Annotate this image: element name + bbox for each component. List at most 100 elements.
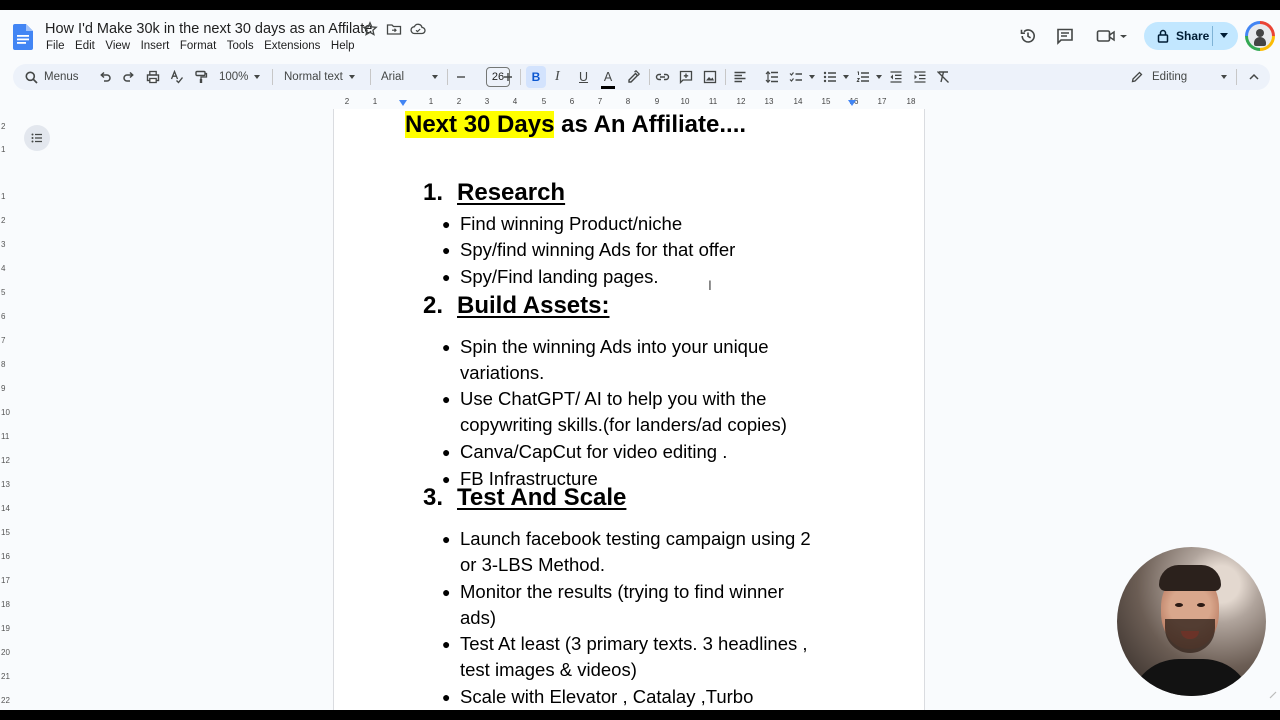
increase-indent-button[interactable] [913,64,927,90]
menu-edit[interactable]: Edit [75,40,95,52]
toolbar-divider [447,69,448,85]
bulleted-list-button[interactable] [823,64,849,90]
editing-mode-select[interactable]: Editing [1131,64,1228,90]
ruler-label: 6 [1,312,6,321]
list-item: Spin the winning Ads into your unique var… [442,334,769,387]
search-icon [25,71,38,84]
print-icon [146,70,160,84]
document-heading: Next 30 Days as An Affiliate.... [405,111,746,139]
ruler-label: 2 [344,97,350,106]
cloud-saved-icon[interactable] [410,21,426,37]
undo-button[interactable] [98,64,112,90]
section-heading-build-assets: 2. Build Assets: [423,292,610,320]
style-value: Normal text [284,71,343,83]
search-menus[interactable]: Menus [25,64,79,90]
spelling-button[interactable] [170,64,184,90]
ruler-label: 2 [456,97,462,106]
presenter-eye [1175,603,1183,607]
menu-extensions[interactable]: Extensions [264,40,320,52]
menu-insert[interactable]: Insert [141,40,170,52]
share-dropdown-icon[interactable] [1220,33,1228,38]
decrease-indent-button[interactable] [889,64,903,90]
hide-menus-button[interactable] [1248,64,1260,90]
print-button[interactable] [146,64,160,90]
list-item: Launch facebook testing campaign using 2… [442,526,811,579]
list-item: Scale with Elevator , Catalay ,Turbo [442,684,754,710]
presenter-shirt [1129,659,1253,696]
insert-image-button[interactable] [703,64,717,90]
move-folder-icon[interactable] [386,21,402,37]
list-item-text: Spin the winning Ads into your unique [460,336,769,357]
numbered-list-caret-icon [876,75,882,79]
paint-format-button[interactable] [194,64,208,90]
list-item-text: ads) [460,607,496,629]
right-indent-marker[interactable] [848,100,856,106]
checklist-button[interactable] [789,64,815,90]
meet-video-icon[interactable] [1096,27,1130,45]
italic-button[interactable]: I [555,64,560,90]
decrease-font-size-button[interactable] [456,64,466,90]
ruler-label: 2 [1,216,6,225]
left-indent-marker[interactable] [399,100,407,106]
zoom-select[interactable]: 100% [219,64,261,90]
menu-file[interactable]: File [46,40,65,52]
share-button[interactable]: Share [1144,22,1238,50]
style-select[interactable]: Normal text [284,64,355,90]
docs-logo-icon[interactable] [13,24,33,50]
clear-formatting-button[interactable] [936,64,950,90]
ruler-label: 15 [1,528,10,537]
version-history-icon[interactable] [1019,27,1037,45]
menu-tools[interactable]: Tools [227,40,254,52]
ruler-label: 8 [625,97,631,106]
menu-view[interactable]: View [105,40,130,52]
ruler-label: 1 [372,97,378,106]
section-number: 3. [423,484,444,511]
account-avatar[interactable] [1245,21,1275,51]
formatting-toolbar: Menus 100% Normal text Arial 26 B I U A … [13,64,1270,90]
menu-format[interactable]: Format [180,40,216,52]
scroll-corner-icon[interactable] [1268,690,1278,700]
vertical-ruler[interactable]: 2 1 1 2 3 4 5 6 7 8 9 10 11 12 13 14 15 … [0,120,12,710]
comments-icon[interactable] [1056,27,1074,45]
list-item-text: Find winning Product/niche [460,213,683,234]
list-item: Spy/find winning Ads for that offer [442,237,735,264]
document-page[interactable]: Next 30 Days as An Affiliate.... 1. Resea… [333,109,925,710]
checklist-icon [789,72,802,82]
underline-button[interactable]: U [579,64,588,90]
list-item: Canva/CapCut for video editing . [442,439,727,466]
align-button[interactable] [733,64,747,90]
list-item-text: Scale with Elevator , Catalay ,Turbo [460,686,754,707]
text-color-swatch [601,86,615,89]
section-heading-research: 1. Research [423,179,565,207]
text-cursor-icon: I [708,277,712,293]
ruler-label: 15 [821,97,831,106]
line-spacing-button[interactable] [765,64,779,90]
avatar-body [1254,37,1266,46]
clear-formatting-icon [937,71,949,83]
font-select[interactable]: Arial [381,64,439,90]
star-icon[interactable] [362,21,378,37]
google-docs-window: How I'd Make 30k in the next 30 days as … [0,10,1280,710]
text-color-button[interactable]: A [601,64,615,90]
highlight-color-button[interactable] [626,64,640,90]
increase-font-size-button[interactable] [503,64,513,90]
list-item-text: Monitor the results (trying to find winn… [460,581,784,602]
ruler-label: 9 [654,97,660,106]
toolbar-divider [272,69,273,85]
ruler-label: 6 [569,97,575,106]
insert-link-button[interactable] [655,64,670,90]
editing-mode-label: Editing [1152,71,1188,83]
ruler-label: 3 [484,97,490,106]
ruler-label: 7 [1,336,6,345]
ruler-label: 2 [1,122,6,131]
horizontal-ruler[interactable]: 2 1 1 2 3 4 5 6 7 8 9 10 11 12 13 14 15 … [333,97,925,109]
redo-button[interactable] [122,64,136,90]
menu-help[interactable]: Help [331,40,355,52]
add-comment-button[interactable] [679,64,693,90]
numbered-list-button[interactable] [856,64,882,90]
section-heading-test-and-scale: 3. Test And Scale [423,484,626,512]
bold-button[interactable]: B [526,66,546,88]
document-outline-button[interactable] [24,125,50,151]
ruler-label: 14 [1,504,10,513]
document-title[interactable]: How I'd Make 30k in the next 30 days as … [45,21,372,37]
